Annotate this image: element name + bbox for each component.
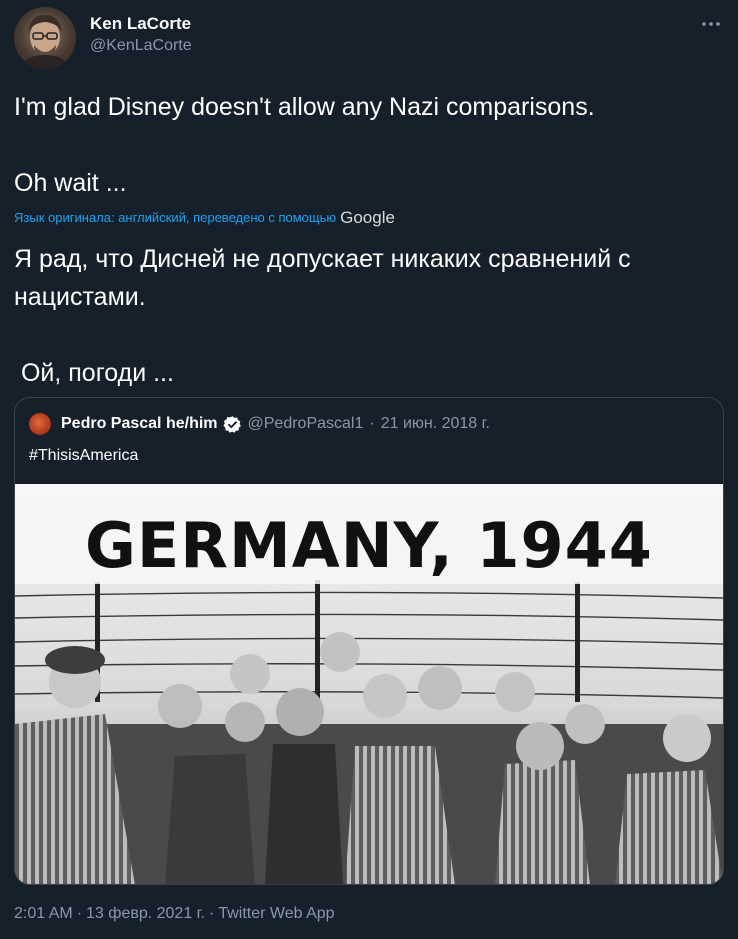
quoted-tweet-card[interactable]: Pedro Pascal he/him @PedroPascal1 · 21 и…	[14, 397, 724, 885]
tweet-text: I'm glad Disney doesn't allow any Nazi c…	[14, 88, 724, 202]
translated-line: нацистами.	[14, 283, 146, 311]
quoted-display-name[interactable]: Pedro Pascal he/him	[61, 415, 218, 433]
tweet-source[interactable]: Twitter Web App	[218, 905, 334, 922]
tweet-text-line: Oh wait ...	[14, 169, 127, 197]
translated-text: Я рад, что Дисней не допускает никаких с…	[14, 240, 724, 392]
google-logo: Google	[340, 208, 395, 227]
tweet-date[interactable]: 13 февр. 2021 г.	[86, 905, 205, 922]
translation-note: Язык оригинала: английский, переведено с…	[14, 210, 337, 225]
avatar[interactable]	[14, 7, 76, 69]
author-display-name[interactable]: Ken LaCorte	[90, 13, 192, 35]
avatar-photo	[20, 15, 70, 69]
translated-line: Ой, погоди ...	[14, 359, 174, 387]
quoted-avatar[interactable]	[29, 413, 51, 435]
image-headline: GERMANY, 1944	[85, 509, 653, 582]
tweet-header: Ken LaCorte @KenLaCorte	[14, 7, 724, 69]
quoted-image[interactable]: GERMANY, 1944	[15, 484, 723, 884]
tweet-text-line: I'm glad Disney doesn't allow any Nazi c…	[14, 93, 595, 121]
meta-separator: ·	[369, 415, 375, 432]
translated-line: Я рад, что Дисней не допускает никаких с…	[14, 245, 631, 273]
tweet: Ken LaCorte @KenLaCorte I'm glad Disney …	[0, 0, 738, 939]
more-horizontal-icon[interactable]	[700, 13, 722, 35]
verified-badge-icon	[222, 415, 242, 434]
author-handle[interactable]: @KenLaCorte	[90, 35, 192, 57]
tweet-time[interactable]: 2:01 AM	[14, 905, 73, 922]
quoted-hashtag[interactable]: #ThisisAmerica	[29, 445, 138, 467]
translation-attribution[interactable]: Язык оригинала: английский, переведено с…	[14, 209, 395, 227]
tweet-footer: 2:01 AM · 13 февр. 2021 г. · Twitter Web App	[14, 903, 335, 925]
quoted-date[interactable]: 21 июн. 2018 г.	[381, 415, 490, 433]
author-info: Ken LaCorte @KenLaCorte	[90, 13, 192, 57]
quoted-tweet-header: Pedro Pascal he/him @PedroPascal1 · 21 и…	[29, 412, 490, 436]
quoted-handle[interactable]: @PedroPascal1	[248, 415, 364, 433]
footer-separator: ·	[76, 905, 83, 922]
footer-separator: ·	[209, 905, 215, 922]
